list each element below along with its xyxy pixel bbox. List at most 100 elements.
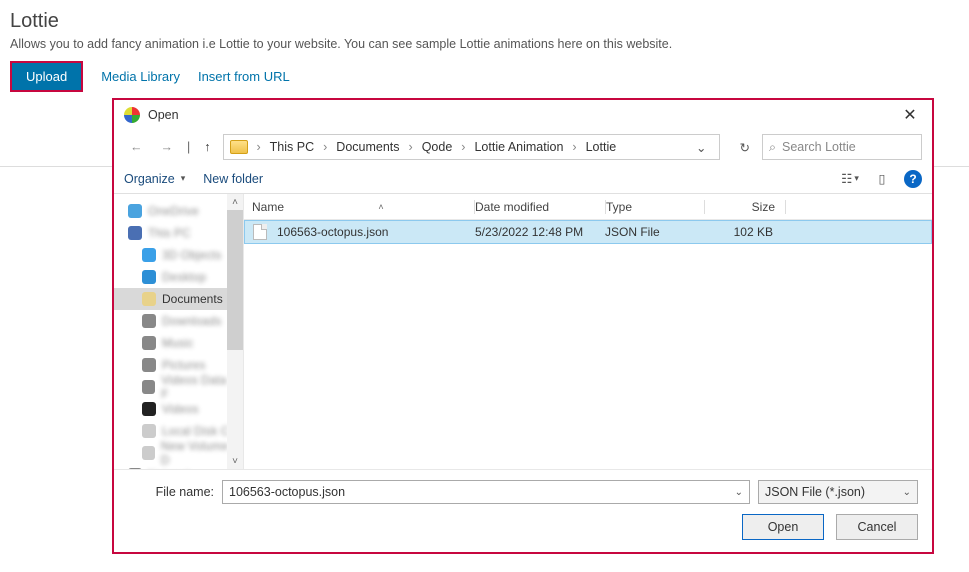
chevron-down-icon: ⌄ bbox=[903, 487, 911, 498]
column-headers: Name ˄ Date modified Type Size bbox=[244, 194, 932, 220]
nav-separator: | bbox=[185, 140, 192, 154]
nav-glyph-icon bbox=[128, 468, 142, 469]
dialog-titlebar: Open ✕ bbox=[114, 100, 932, 130]
page-title: Lottie bbox=[10, 10, 959, 33]
crumb-documents[interactable]: Documents bbox=[332, 138, 403, 156]
nav-item-videos-data-f[interactable]: Videos Data F bbox=[114, 376, 243, 398]
nav-glyph-icon bbox=[142, 314, 156, 328]
column-name[interactable]: Name ˄ bbox=[244, 200, 474, 214]
nav-item-3d-objects[interactable]: 3D Objects bbox=[114, 244, 243, 266]
scroll-down-icon[interactable]: ˅ bbox=[227, 453, 243, 469]
open-file-dialog: Open ✕ ← → | ↑ › This PC › Documents › Q… bbox=[112, 98, 934, 554]
nav-glyph-icon bbox=[128, 226, 142, 240]
search-placeholder: Search Lottie bbox=[782, 140, 856, 154]
tab-upload[interactable]: Upload bbox=[10, 61, 83, 92]
page-description: Allows you to add fancy animation i.e Lo… bbox=[10, 37, 959, 51]
chevron-right-icon[interactable]: › bbox=[406, 140, 416, 154]
column-size[interactable]: Size bbox=[705, 200, 785, 214]
filetype-select[interactable]: JSON File (*.json) ⌄ bbox=[758, 480, 918, 504]
file-list-area: Name ˄ Date modified Type Size 106563-oc… bbox=[244, 194, 932, 469]
chevron-down-icon: ▾ bbox=[181, 173, 186, 184]
back-arrow-icon[interactable]: ← bbox=[124, 136, 149, 158]
scroll-thumb[interactable] bbox=[227, 210, 243, 350]
chevron-right-icon[interactable]: › bbox=[320, 140, 330, 154]
nav-item-music[interactable]: Music bbox=[114, 332, 243, 354]
upload-tabbar: Upload Media Library Insert from URL bbox=[10, 61, 959, 92]
nav-glyph-icon bbox=[142, 380, 155, 394]
forward-arrow-icon[interactable]: → bbox=[155, 136, 180, 158]
chevron-down-icon[interactable]: ⌄ bbox=[690, 140, 712, 155]
nav-item-this-pc[interactable]: This PC bbox=[114, 222, 243, 244]
nav-item-onedrive[interactable]: OneDrive bbox=[114, 200, 243, 222]
filename-input[interactable]: 106563-octopus.json ⌄ bbox=[222, 480, 750, 504]
navigation-panel: OneDrive This PC 3D Objects Desktop Document… bbox=[114, 194, 244, 469]
filename-label: File name: bbox=[128, 485, 214, 499]
nav-item-label: Pictures bbox=[162, 358, 205, 372]
nav-glyph-icon bbox=[142, 248, 156, 262]
file-type: JSON File bbox=[605, 225, 703, 239]
help-icon[interactable]: ? bbox=[904, 170, 922, 188]
nav-glyph-icon bbox=[142, 292, 156, 306]
crumb-lottie[interactable]: Lottie bbox=[582, 138, 621, 156]
chevron-down-icon: ▾ bbox=[854, 173, 859, 184]
nav-glyph-icon bbox=[142, 336, 156, 350]
refresh-icon[interactable]: ↻ bbox=[734, 136, 756, 159]
chevron-right-icon[interactable]: › bbox=[458, 140, 468, 154]
nav-glyph-icon bbox=[142, 424, 156, 438]
sort-caret-icon: ˄ bbox=[378, 202, 383, 212]
nav-item-videos[interactable]: Videos bbox=[114, 398, 243, 420]
scroll-up-icon[interactable]: ˄ bbox=[227, 194, 243, 210]
crumb-thispc[interactable]: This PC bbox=[266, 138, 318, 156]
nav-item-label: Network bbox=[148, 468, 192, 469]
search-icon: ⌕ bbox=[769, 140, 776, 155]
nav-item-label: Desktop bbox=[162, 270, 206, 284]
nav-item-label: Local Disk C bbox=[162, 424, 229, 438]
cancel-button[interactable]: Cancel bbox=[836, 514, 918, 540]
navpanel-scrollbar[interactable]: ˄ ˅ bbox=[227, 194, 243, 469]
file-icon bbox=[253, 224, 267, 240]
column-date[interactable]: Date modified bbox=[475, 200, 605, 214]
tab-insert-from-url[interactable]: Insert from URL bbox=[198, 69, 290, 84]
nav-item-documents[interactable]: Documents bbox=[114, 288, 243, 310]
file-row[interactable]: 106563-octopus.json 5/23/2022 12:48 PM J… bbox=[244, 220, 932, 244]
crumb-qode[interactable]: Qode bbox=[418, 138, 457, 156]
dialog-toolbar: Organize ▾ New folder ☷▾ ▯ ? bbox=[114, 164, 932, 194]
chevron-down-icon[interactable]: ⌄ bbox=[735, 487, 743, 498]
chevron-right-icon[interactable]: › bbox=[254, 140, 264, 154]
new-folder-button[interactable]: New folder bbox=[203, 172, 263, 186]
nav-item-downloads[interactable]: Downloads bbox=[114, 310, 243, 332]
app-icon bbox=[124, 107, 140, 123]
dialog-title: Open bbox=[148, 108, 179, 122]
nav-item-desktop[interactable]: Desktop bbox=[114, 266, 243, 288]
dialog-nav-row: ← → | ↑ › This PC › Documents › Qode › L… bbox=[114, 130, 932, 164]
nav-item-label: Music bbox=[162, 336, 193, 350]
open-button[interactable]: Open bbox=[742, 514, 824, 540]
dialog-bottom: File name: 106563-octopus.json ⌄ JSON Fi… bbox=[114, 469, 932, 552]
nav-item-label: Documents bbox=[162, 292, 223, 306]
nav-item-label: Videos Data F bbox=[161, 373, 233, 401]
nav-item-new-volume-d[interactable]: New Volume D bbox=[114, 442, 243, 464]
search-input[interactable]: ⌕ Search Lottie bbox=[762, 134, 922, 160]
folder-icon bbox=[230, 140, 248, 154]
tab-media-library[interactable]: Media Library bbox=[101, 69, 180, 84]
preview-pane-icon[interactable]: ▯ bbox=[872, 170, 892, 188]
view-options-icon[interactable]: ☷▾ bbox=[840, 170, 860, 188]
organize-button[interactable]: Organize ▾ bbox=[124, 172, 185, 186]
nav-item-label: Videos bbox=[162, 402, 198, 416]
chevron-right-icon[interactable]: › bbox=[569, 140, 579, 154]
column-type[interactable]: Type bbox=[606, 200, 704, 214]
nav-glyph-icon bbox=[142, 270, 156, 284]
nav-glyph-icon bbox=[142, 402, 156, 416]
close-icon[interactable]: ✕ bbox=[898, 103, 922, 127]
nav-glyph-icon bbox=[128, 204, 142, 218]
file-size: 102 KB bbox=[703, 225, 783, 239]
file-date: 5/23/2022 12:48 PM bbox=[475, 225, 605, 239]
file-name: 106563-octopus.json bbox=[277, 225, 388, 239]
crumb-lottie-animation[interactable]: Lottie Animation bbox=[470, 138, 567, 156]
breadcrumb[interactable]: › This PC › Documents › Qode › Lottie An… bbox=[223, 134, 720, 160]
nav-item-label: This PC bbox=[148, 226, 191, 240]
nav-item-label: OneDrive bbox=[148, 204, 199, 218]
nav-item-label: Downloads bbox=[162, 314, 221, 328]
nav-item-label: New Volume D bbox=[161, 439, 233, 467]
up-arrow-icon[interactable]: ↑ bbox=[198, 136, 216, 158]
